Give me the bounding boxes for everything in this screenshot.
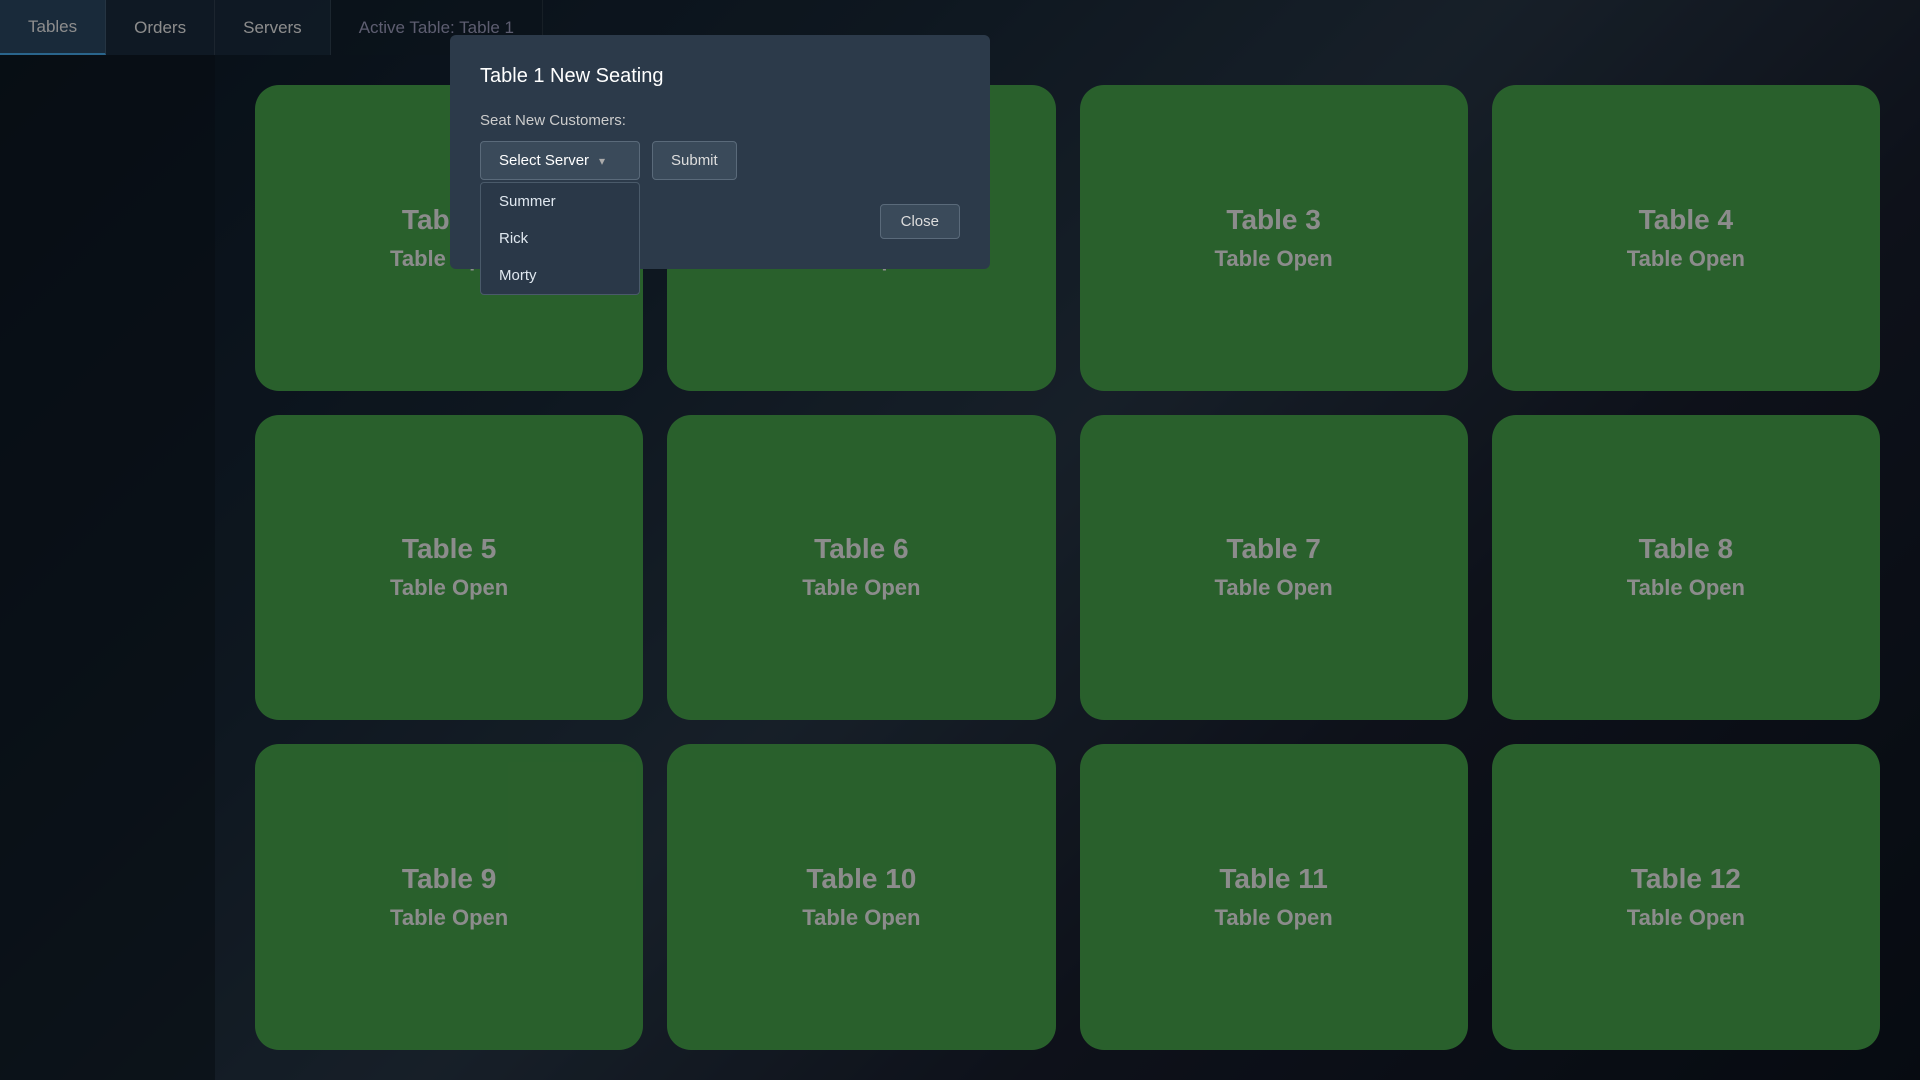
chevron-down-icon: ▾ <box>599 154 605 168</box>
dropdown-container: Select Server ▾ Summer Rick Morty <box>480 141 640 180</box>
dropdown-item-summer[interactable]: Summer <box>481 183 639 220</box>
select-server-button[interactable]: Select Server ▾ <box>480 141 640 180</box>
modal-title: Table 1 New Seating <box>480 65 960 88</box>
dropdown-item-rick[interactable]: Rick <box>481 220 639 257</box>
seat-label: Seat New Customers: <box>480 112 960 129</box>
server-select-row: Select Server ▾ Summer Rick Morty Submit <box>480 141 960 180</box>
close-button[interactable]: Close <box>880 204 960 239</box>
submit-button[interactable]: Submit <box>652 141 737 180</box>
server-dropdown-menu: Summer Rick Morty <box>480 182 640 295</box>
dropdown-label: Select Server <box>499 152 589 169</box>
seating-modal: Table 1 New Seating Seat New Customers: … <box>450 35 990 269</box>
dropdown-item-morty[interactable]: Morty <box>481 257 639 294</box>
